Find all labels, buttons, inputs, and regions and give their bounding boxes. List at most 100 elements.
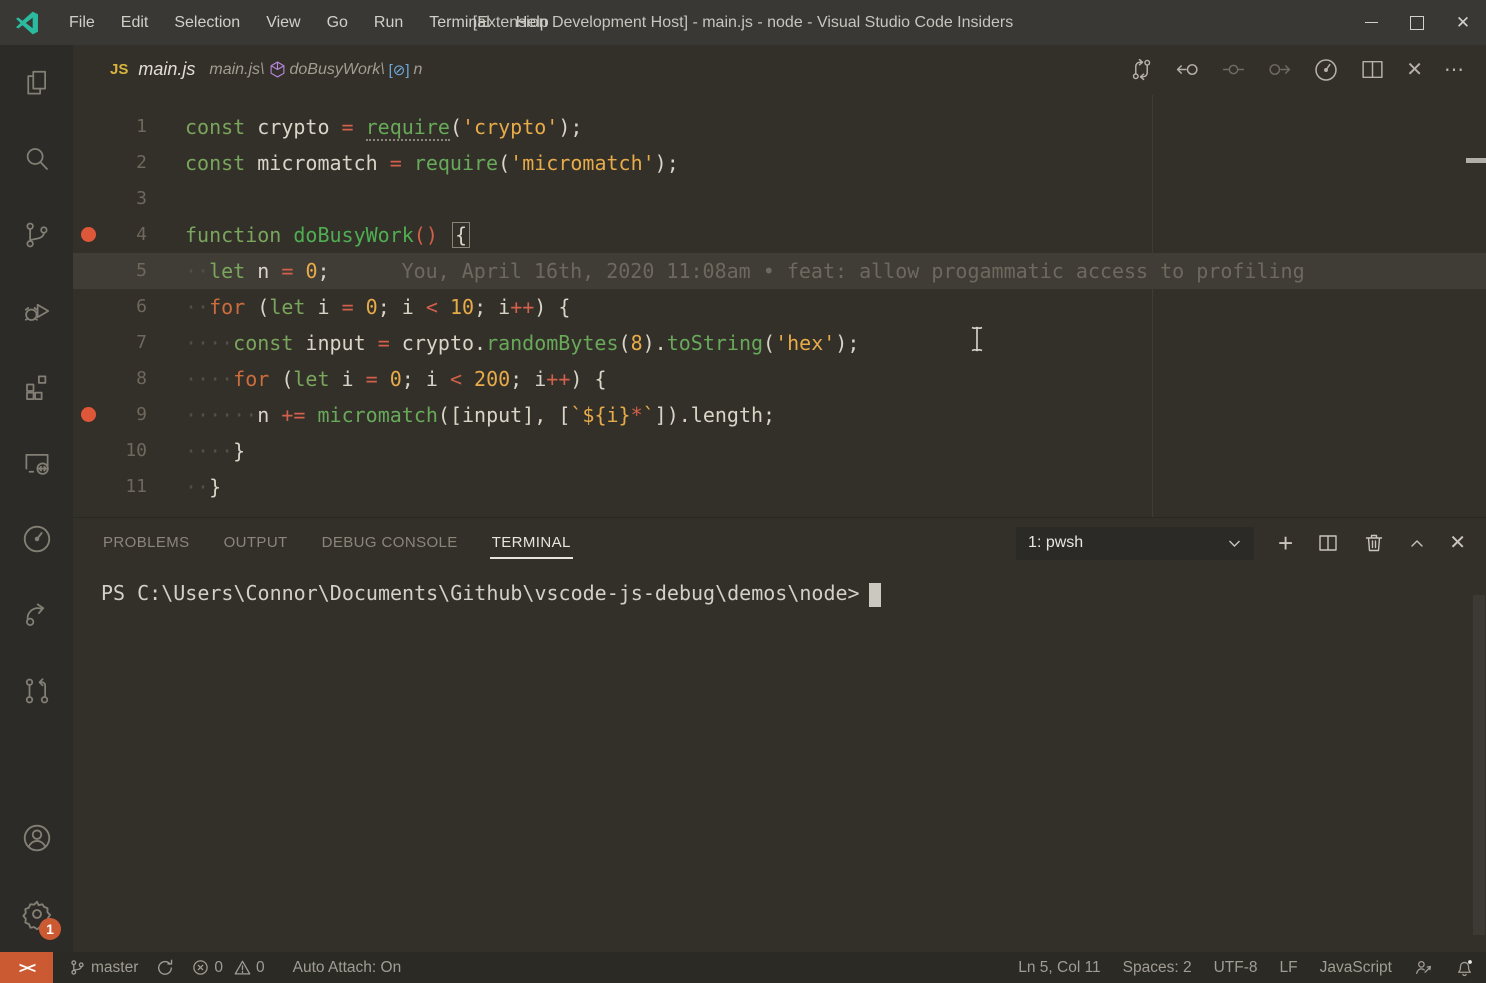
sync-status[interactable] xyxy=(156,959,174,977)
feedback-icon[interactable] xyxy=(1414,958,1433,977)
maximize-panel-icon[interactable] xyxy=(1409,537,1425,549)
search-icon[interactable] xyxy=(0,121,73,197)
eol-status[interactable]: LF xyxy=(1280,959,1298,977)
github-pull-requests-icon[interactable] xyxy=(0,653,73,729)
breakpoint-gutter[interactable] xyxy=(73,433,103,469)
breakpoint-gutter[interactable] xyxy=(73,109,103,145)
close-icon: ✕ xyxy=(1456,13,1470,33)
line-number[interactable]: 10 xyxy=(103,433,147,469)
extensions-icon[interactable] xyxy=(0,349,73,425)
code-line[interactable]: 6··for (let i = 0; i < 10; i++) { xyxy=(73,289,1486,325)
menu-item-selection[interactable]: Selection xyxy=(161,14,253,32)
code-text: const micromatch = require('micromatch')… xyxy=(147,145,679,181)
code-line[interactable]: 8····for (let i = 0; i < 200; i++) { xyxy=(73,361,1486,397)
breakpoint-dot[interactable] xyxy=(73,397,103,433)
maximize-button[interactable] xyxy=(1394,0,1440,45)
code-line[interactable]: 4function doBusyWork() { xyxy=(73,217,1486,253)
breakpoint-dot[interactable] xyxy=(73,217,103,253)
line-number[interactable]: 3 xyxy=(103,181,147,217)
line-number[interactable]: 7 xyxy=(103,325,147,361)
navigate-back-icon[interactable] xyxy=(1175,57,1200,82)
close-panel-icon[interactable]: ✕ xyxy=(1449,533,1466,553)
status-bar: >< master 0 0 Auto Attach: On Ln 5, Col … xyxy=(0,952,1486,983)
menu-item-view[interactable]: View xyxy=(253,14,313,32)
remote-explorer-icon[interactable] xyxy=(0,425,73,501)
code-line[interactable]: 5··let n = 0;You, April 16th, 2020 11:08… xyxy=(73,253,1486,289)
line-number[interactable]: 5 xyxy=(103,253,147,289)
breakpoint-gutter[interactable] xyxy=(73,253,103,289)
live-share-icon[interactable] xyxy=(0,577,73,653)
code-editor[interactable]: 1const crypto = require('crypto');2const… xyxy=(73,95,1486,518)
profile-session-icon[interactable] xyxy=(0,501,73,577)
run-and-debug-icon[interactable] xyxy=(0,273,73,349)
line-number[interactable]: 11 xyxy=(103,469,147,505)
tab-output[interactable]: OUTPUT xyxy=(222,528,290,559)
terminal-select[interactable]: 1: pwsh xyxy=(1016,527,1254,560)
breakpoint-gutter[interactable] xyxy=(73,469,103,505)
language-status[interactable]: JavaScript xyxy=(1320,959,1392,977)
split-editor-icon[interactable] xyxy=(1360,57,1385,82)
menu-item-file[interactable]: File xyxy=(56,14,108,32)
tab-terminal[interactable]: TERMINAL xyxy=(490,528,573,559)
more-actions-icon[interactable]: ⋯ xyxy=(1444,60,1464,80)
cursor-position-status[interactable]: Ln 5, Col 11 xyxy=(1018,959,1100,977)
navigate-current-icon[interactable] xyxy=(1221,57,1246,82)
breakpoint-gutter[interactable] xyxy=(73,145,103,181)
settings-gear-icon[interactable]: 1 xyxy=(0,876,73,952)
tab-debug-console[interactable]: DEBUG CONSOLE xyxy=(320,528,460,559)
code-line[interactable]: 9······n += micromatch([input], [`${i}*`… xyxy=(73,397,1486,433)
minimize-icon xyxy=(1365,22,1378,23)
breakpoint-gutter[interactable] xyxy=(73,361,103,397)
indentation-status[interactable]: Spaces: 2 xyxy=(1123,959,1192,977)
encoding-status[interactable]: UTF-8 xyxy=(1214,959,1258,977)
source-control-icon[interactable] xyxy=(0,197,73,273)
line-number[interactable]: 9 xyxy=(103,397,147,433)
editor-tab-bar: JS main.js main.js\ doBusyWork\ [⊘] n xyxy=(73,45,1486,95)
kill-terminal-icon[interactable] xyxy=(1363,532,1385,554)
code-line[interactable]: 2const micromatch = require('micromatch'… xyxy=(73,145,1486,181)
line-number[interactable]: 8 xyxy=(103,361,147,397)
notifications-bell-icon[interactable] xyxy=(1455,958,1474,977)
terminal[interactable]: PS C:\Users\Connor\Documents\Github\vsco… xyxy=(73,568,1486,952)
line-number[interactable]: 4 xyxy=(103,217,147,253)
branch-status[interactable]: master xyxy=(69,959,138,977)
account-icon[interactable] xyxy=(0,800,73,876)
symbol-cube-icon xyxy=(269,61,286,78)
tab-main-js[interactable]: main.js xyxy=(138,59,195,80)
close-button[interactable]: ✕ xyxy=(1440,0,1486,45)
breakpoint-gutter[interactable] xyxy=(73,325,103,361)
new-terminal-icon[interactable]: + xyxy=(1278,530,1293,556)
breakpoint-gutter[interactable] xyxy=(73,289,103,325)
menu-item-edit[interactable]: Edit xyxy=(108,14,162,32)
code-line[interactable]: 3 xyxy=(73,181,1486,217)
menu-item-go[interactable]: Go xyxy=(314,14,361,32)
code-line[interactable]: 10····} xyxy=(73,433,1486,469)
menu-item-run[interactable]: Run xyxy=(361,14,416,32)
line-number[interactable]: 1 xyxy=(103,109,147,145)
close-editor-icon[interactable]: ✕ xyxy=(1406,60,1423,80)
breakpoint-gutter[interactable] xyxy=(73,181,103,217)
git-compare-icon[interactable] xyxy=(1129,57,1154,82)
editor-ruler xyxy=(1152,95,1153,518)
code-text xyxy=(147,181,185,217)
line-number[interactable]: 2 xyxy=(103,145,147,181)
terminal-scrollbar[interactable] xyxy=(1473,595,1485,935)
code-line[interactable]: 11··} xyxy=(73,469,1486,505)
breadcrumb-function[interactable]: doBusyWork\ xyxy=(290,61,385,79)
problems-status[interactable]: 0 0 xyxy=(192,959,264,977)
vscode-window: File Edit Selection View Go Run Terminal… xyxy=(0,0,1486,983)
explorer-icon[interactable] xyxy=(0,45,73,121)
run-profile-icon[interactable] xyxy=(1313,57,1339,83)
code-line[interactable]: 7····const input = crypto.randomBytes(8)… xyxy=(73,325,1486,361)
code-line[interactable]: 1const crypto = require('crypto'); xyxy=(73,109,1486,145)
line-number[interactable]: 6 xyxy=(103,289,147,325)
split-terminal-icon[interactable] xyxy=(1317,532,1339,554)
breadcrumb-symbol[interactable]: n xyxy=(414,61,423,79)
navigate-forward-icon[interactable] xyxy=(1267,57,1292,82)
auto-attach-status[interactable]: Auto Attach: On xyxy=(293,959,402,977)
breadcrumb-file[interactable]: main.js\ xyxy=(209,61,264,79)
remote-indicator[interactable]: >< xyxy=(0,952,53,983)
error-icon xyxy=(192,959,209,976)
minimize-button[interactable] xyxy=(1348,0,1394,45)
tab-problems[interactable]: PROBLEMS xyxy=(101,528,192,559)
